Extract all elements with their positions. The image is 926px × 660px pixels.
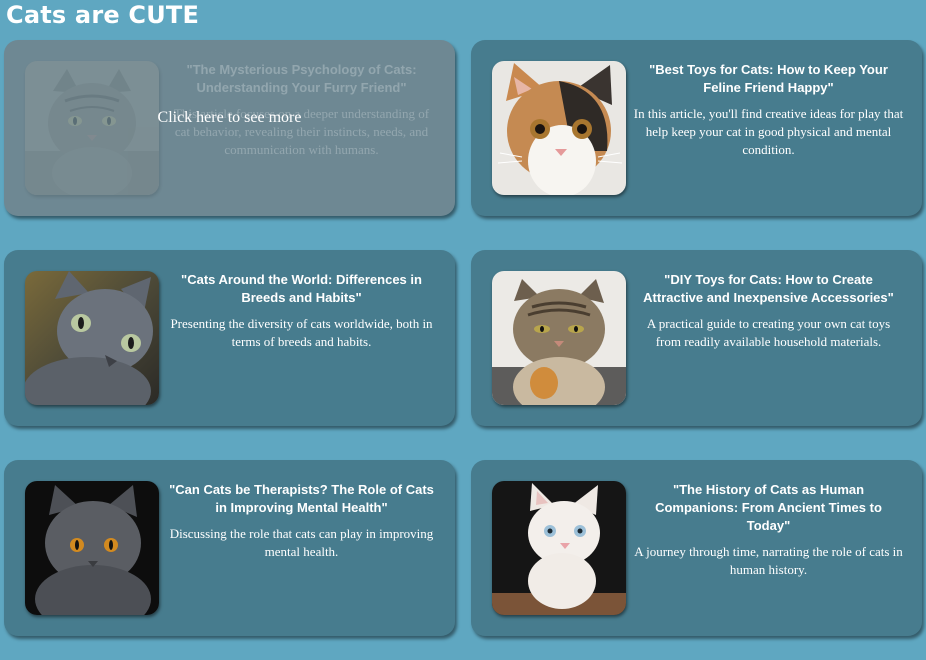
dark-gray-cat-photo — [25, 481, 159, 615]
calico-kitten-photo — [492, 61, 626, 195]
article-description: In this article, you'll find creative id… — [633, 106, 904, 157]
article-grid: "The Mysterious Psychology of Cats: Unde… — [4, 40, 922, 636]
article-card-cat-history[interactable]: "The History of Cats as Human Companions… — [471, 460, 922, 636]
grumpy-tabby-cat-photo — [492, 271, 626, 405]
article-card-cat-toys[interactable]: "Best Toys for Cats: How to Keep Your Fe… — [471, 40, 922, 216]
article-card-cat-therapists[interactable]: "Can Cats be Therapists? The Role of Cat… — [4, 460, 455, 636]
article-text: "Cats Around the World: Differences in B… — [166, 271, 437, 351]
article-title[interactable]: "Can Cats be Therapists? The Role of Cat… — [166, 481, 437, 517]
article-title[interactable]: "DIY Toys for Cats: How to Create Attrac… — [633, 271, 904, 307]
article-description: Discussing the role that cats can play i… — [169, 526, 434, 559]
article-text: "The History of Cats as Human Companions… — [633, 481, 904, 579]
article-text: "Best Toys for Cats: How to Keep Your Fe… — [633, 61, 904, 159]
article-text: "Can Cats be Therapists? The Role of Cat… — [166, 481, 437, 561]
article-title[interactable]: "Cats Around the World: Differences in B… — [166, 271, 437, 307]
site-title: Cats are CUTE — [6, 1, 200, 29]
article-title[interactable]: "Best Toys for Cats: How to Keep Your Fe… — [633, 61, 904, 97]
see-more-link[interactable]: Click here to see more — [4, 40, 455, 216]
article-description: A journey through time, narrating the ro… — [634, 544, 903, 577]
article-text: "DIY Toys for Cats: How to Create Attrac… — [633, 271, 904, 351]
article-title[interactable]: "The History of Cats as Human Companions… — [633, 481, 904, 535]
article-card-cats-world[interactable]: "Cats Around the World: Differences in B… — [4, 250, 455, 426]
article-card-cat-psychology[interactable]: "The Mysterious Psychology of Cats: Unde… — [4, 40, 455, 216]
article-description: Presenting the diversity of cats worldwi… — [170, 316, 433, 349]
gray-cat-photo — [25, 271, 159, 405]
white-kitten-photo — [492, 481, 626, 615]
article-description: A practical guide to creating your own c… — [646, 316, 891, 349]
article-card-diy-toys[interactable]: "DIY Toys for Cats: How to Create Attrac… — [471, 250, 922, 426]
